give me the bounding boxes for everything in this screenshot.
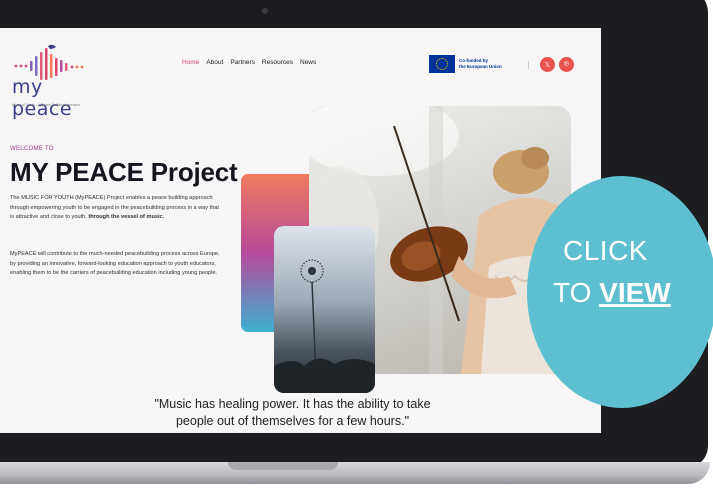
nav-home[interactable]: Home — [182, 59, 199, 66]
main-nav: Home About Partners Resources News — [182, 59, 316, 66]
nav-about[interactable]: About — [206, 59, 223, 66]
x-icon[interactable]: 𝕏 — [540, 57, 555, 72]
eu-funding-badge: Co-funded by the European Union — [429, 55, 517, 73]
header-divider — [528, 61, 532, 69]
pinterest-icon[interactable]: ℗ — [559, 57, 574, 72]
website-screen: my peace Music of Youth - A Peace Buildi… — [0, 28, 601, 433]
laptop-notch — [228, 462, 338, 470]
logo-text: my peace — [12, 76, 73, 120]
logo-soundwave-icon — [14, 44, 84, 80]
intro-paragraph: The MUSIC FOR YOUTH (MyPEACE) Project en… — [10, 194, 224, 223]
social-links: 𝕏 ℗ — [540, 57, 574, 72]
eu-badge-text: Co-funded by the European Union — [459, 58, 517, 70]
laptop-base — [0, 462, 710, 484]
eu-flag-icon — [429, 55, 455, 73]
quote-block: "Music has healing power. It has the abi… — [0, 396, 601, 430]
site-logo[interactable]: my peace Music of Youth - A Peace Buildi… — [6, 40, 106, 120]
nav-partners[interactable]: Partners — [230, 59, 255, 66]
camera-icon — [262, 8, 268, 14]
logo-tagline: Music of Youth - A Peace Building Approa… — [12, 103, 80, 107]
dandelion-illustration — [274, 259, 375, 393]
cta-click-label[interactable]: CLICK — [563, 235, 648, 267]
intro-paragraph-bold: through the vessel of music. — [88, 214, 165, 221]
page-title: MY PEACE Project — [10, 157, 238, 187]
cta-to-label: TO — [553, 277, 600, 308]
welcome-label: WELCOME TO — [10, 146, 54, 152]
quote-line-1: "Music has healing power. It has the abi… — [154, 397, 431, 411]
nav-resources[interactable]: Resources — [262, 59, 293, 66]
dandelion-photo — [274, 226, 375, 393]
quote-line-2: people out of themselves for a few hours… — [175, 414, 410, 428]
mission-paragraph: MyPEACE will contribute to the much-need… — [10, 251, 220, 277]
cta-view-label: VIEW — [599, 277, 671, 308]
cta-to-view-label[interactable]: TO VIEW — [553, 277, 671, 309]
eu-badge-line2: the European Union — [459, 64, 502, 69]
nav-news[interactable]: News — [300, 59, 316, 66]
